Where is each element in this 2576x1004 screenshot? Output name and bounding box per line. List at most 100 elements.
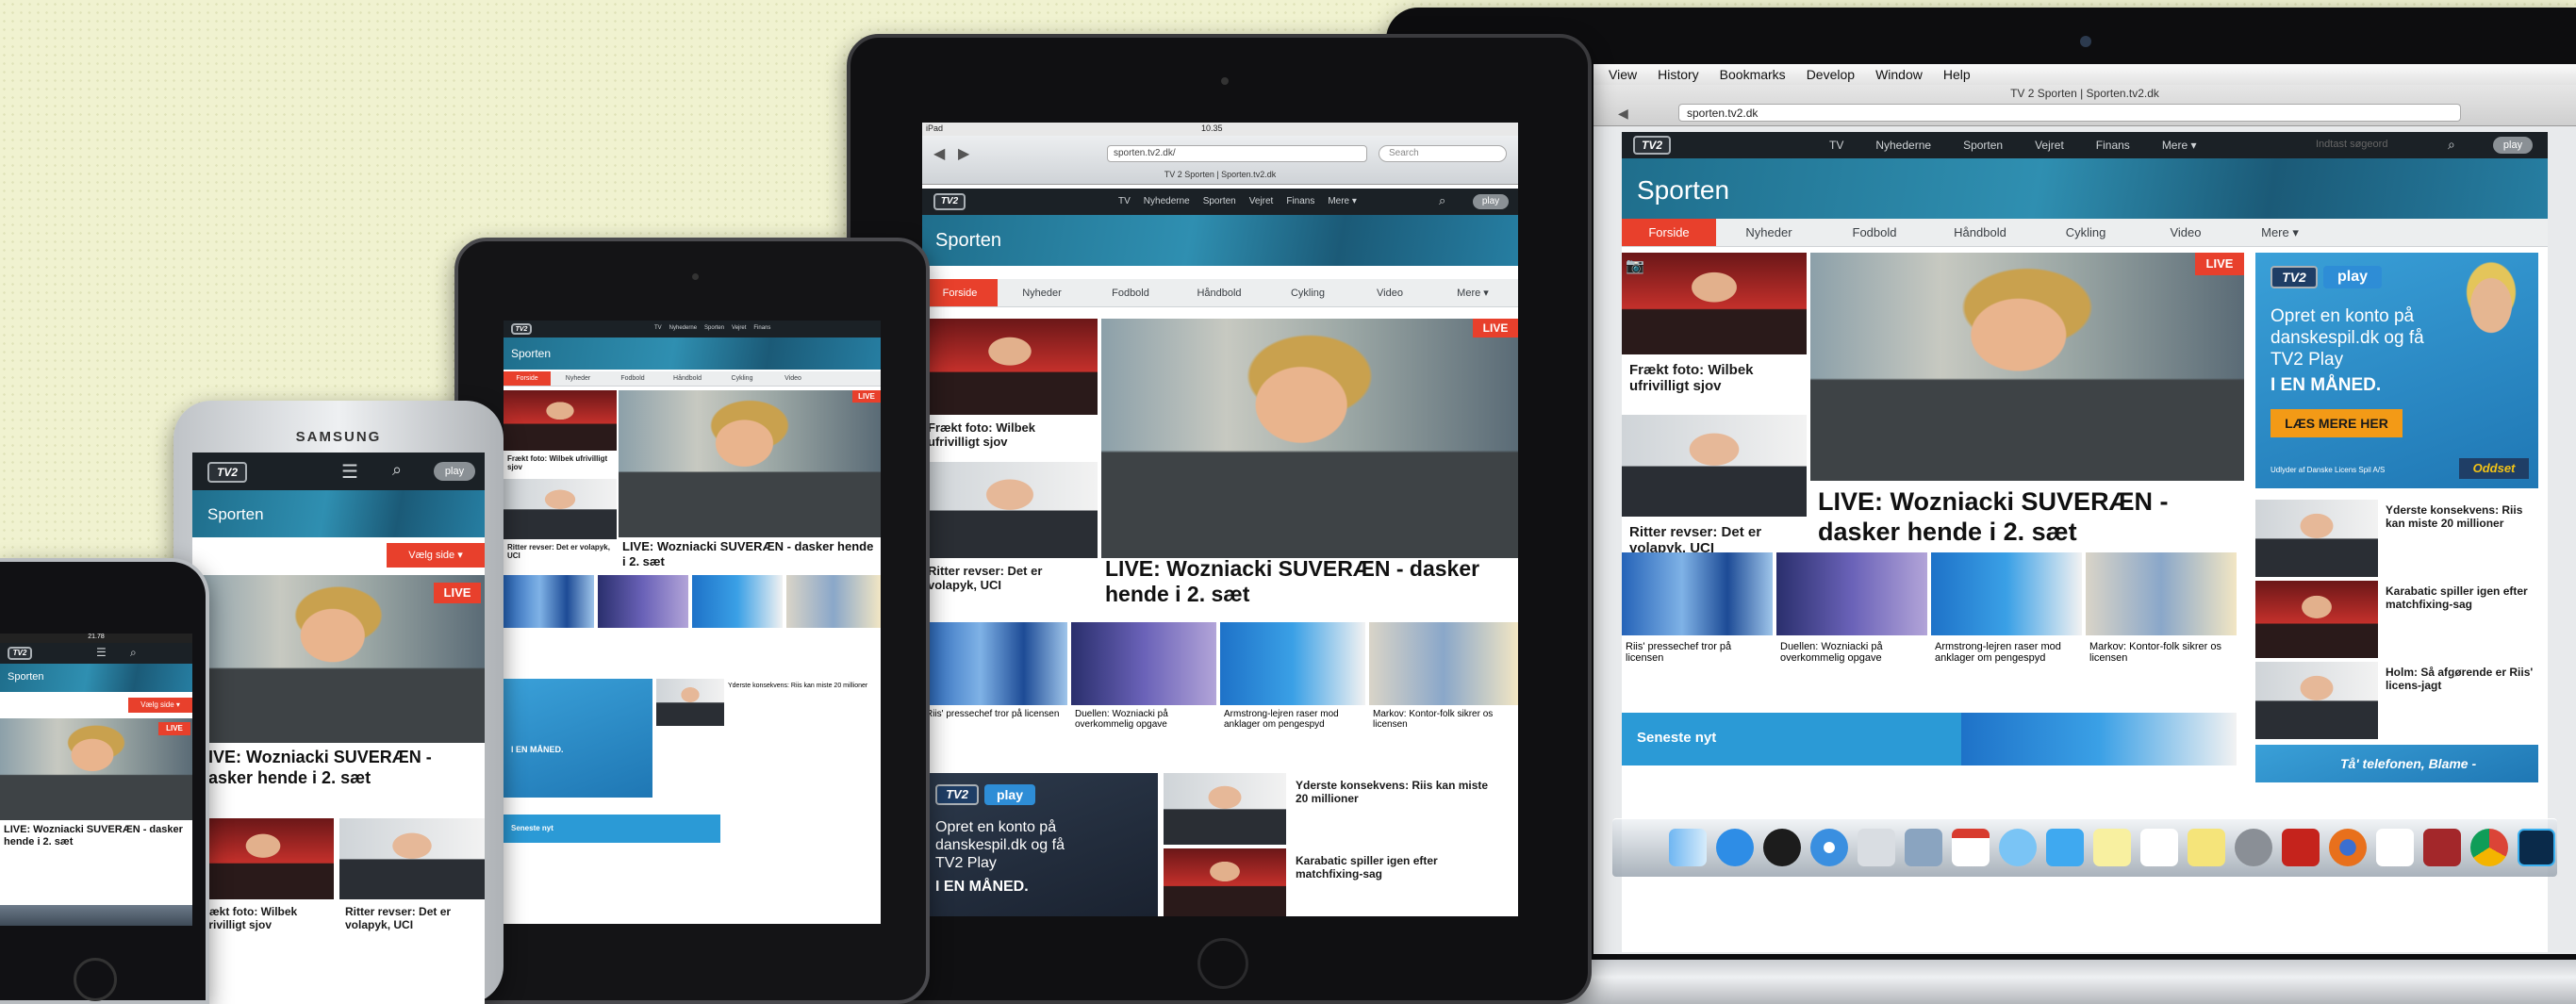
nav-vejret[interactable]: Vejret	[2035, 139, 2064, 152]
list-image[interactable]	[2255, 662, 2378, 739]
tab-forside[interactable]: Forside	[922, 279, 998, 306]
firefox-icon[interactable]	[2329, 829, 2367, 866]
preferences-icon[interactable]	[2235, 829, 2272, 866]
stickies-icon[interactable]	[2188, 829, 2225, 866]
tv2-logo[interactable]: TV2	[1633, 136, 1671, 155]
strip-image[interactable]	[922, 622, 1067, 705]
forward-button[interactable]: ▶	[958, 144, 969, 163]
tab-mere[interactable]: Mere ▾	[2233, 219, 2327, 246]
notes-icon[interactable]	[2093, 829, 2131, 866]
nav-nyhederne[interactable]: Nyhederne	[669, 325, 697, 331]
nav-sporten[interactable]: Sporten	[1203, 196, 1236, 206]
home-button[interactable]	[1197, 938, 1248, 989]
ad-banner[interactable]: TV2 play Opret en konto på danskespil.dk…	[2255, 253, 2538, 488]
nav-finans[interactable]: Finans	[1286, 196, 1314, 206]
tab-haandbold[interactable]: Håndbold	[660, 371, 715, 386]
strip-image[interactable]	[504, 575, 594, 628]
list-image[interactable]	[656, 679, 724, 726]
search-icon[interactable]: ⌕	[392, 460, 402, 480]
ad-banner[interactable]: I EN MÅNED.	[504, 679, 652, 798]
menu-window[interactable]: Window	[1875, 67, 1923, 82]
nav-sporten[interactable]: Sporten	[704, 325, 724, 331]
list-caption[interactable]: Karabatic spiller igen efter matchfixing…	[2386, 584, 2538, 611]
strip-caption[interactable]: Riis' pressechef tror på licensen	[926, 709, 1064, 719]
tab-video[interactable]: Video	[2138, 219, 2233, 246]
list-caption[interactable]: Holm: Så afgørende er Riis' licens-jagt	[2386, 666, 2538, 692]
back-button[interactable]: ◀	[1618, 106, 1628, 122]
tv2-logo[interactable]: TV2	[207, 462, 247, 483]
nav-vejret[interactable]: Vejret	[1249, 196, 1274, 206]
tab-video[interactable]: Video	[1352, 279, 1428, 306]
list-image[interactable]	[1164, 773, 1286, 845]
tab-fodbold[interactable]: Fodbold	[605, 371, 660, 386]
nav-nyhederne[interactable]: Nyhederne	[1875, 139, 1931, 152]
story-image[interactable]	[504, 479, 617, 539]
lead-headline[interactable]: LIVE: Wozniacki SUVERÆN - dasker hende i…	[198, 747, 481, 788]
nav-mere[interactable]: Mere ▾	[2162, 139, 2197, 152]
story-image[interactable]	[192, 818, 334, 899]
strip-image[interactable]	[1776, 552, 1927, 635]
story-image[interactable]	[504, 390, 617, 451]
messages-icon[interactable]	[1999, 829, 2037, 866]
menu-icon[interactable]: ☰	[341, 460, 358, 484]
strip-image[interactable]	[1622, 552, 1773, 635]
nav-finans[interactable]: Finans	[2096, 139, 2130, 152]
menu-bookmarks[interactable]: Bookmarks	[1720, 67, 1786, 82]
tab-forside[interactable]: Forside	[504, 371, 551, 386]
section-select[interactable]: Vælg side ▾	[128, 698, 192, 713]
tab-mere[interactable]: Mere ▾	[1428, 279, 1518, 306]
nav-nyhederne[interactable]: Nyhederne	[1144, 196, 1190, 206]
strip-image[interactable]	[786, 575, 881, 628]
story-caption[interactable]: Frækt foto: Wilbek ufrivilligt sjov	[1629, 362, 1799, 394]
lead-headline[interactable]: LIVE: Wozniacki SUVERÆN - dasker hende i…	[1818, 486, 2242, 547]
address-bar[interactable]: sporten.tv2.dk	[1678, 104, 2461, 122]
strip-image[interactable]	[2086, 552, 2237, 635]
story-caption[interactable]: Ritter revser: Det er volapyk, UCI	[507, 543, 613, 560]
dictionary-icon[interactable]	[2423, 829, 2461, 866]
ad-cta-button[interactable]: LÆS MERE HER	[2271, 409, 2403, 437]
story-image[interactable]	[922, 319, 1098, 415]
search-input[interactable]: Search	[1379, 145, 1507, 162]
spotify-icon[interactable]	[1763, 829, 1801, 866]
photos-icon[interactable]	[1905, 829, 1942, 866]
tab-haandbold[interactable]: Håndbold	[1175, 279, 1263, 306]
list-image[interactable]	[2255, 500, 2378, 577]
lead-image[interactable]	[1810, 253, 2244, 481]
nav-tv[interactable]: TV	[1829, 139, 1843, 152]
tab-nyheder[interactable]: Nyheder	[1716, 219, 1822, 246]
strip-image[interactable]	[1931, 552, 2082, 635]
strip-caption[interactable]: Armstrong-lejren raser mod anklager om p…	[1935, 641, 2076, 664]
nav-vejret[interactable]: Vejret	[732, 325, 746, 331]
story-caption[interactable]: Frækt foto: Wilbek ufrivilligt sjov	[198, 905, 330, 931]
textedit-icon[interactable]	[2376, 829, 2414, 866]
lead-headline[interactable]: LIVE: Wozniacki SUVERÆN - dasker hende i…	[622, 539, 879, 569]
nav-mere[interactable]: Mere ▾	[1328, 196, 1357, 206]
menu-view[interactable]: View	[1609, 67, 1637, 82]
nav-tv[interactable]: TV	[654, 325, 662, 331]
list-caption[interactable]: Yderste konsekvens: Riis kan miste 20 mi…	[1296, 779, 1503, 805]
search-icon[interactable]: ⌕	[2448, 137, 2455, 153]
play-button[interactable]: play	[434, 462, 475, 481]
tv2-logo[interactable]: TV2	[511, 323, 532, 335]
appstore-icon[interactable]	[1716, 829, 1754, 866]
menu-history[interactable]: History	[1658, 67, 1699, 82]
tab-nyheder[interactable]: Nyheder	[998, 279, 1086, 306]
photoshop-icon[interactable]	[2518, 829, 2555, 866]
strip-caption[interactable]: Markov: Kontor-folk sikrer os licensen	[2089, 641, 2231, 664]
play-button[interactable]: play	[1473, 194, 1509, 209]
strip-image[interactable]	[692, 575, 783, 628]
strip-image[interactable]	[1369, 622, 1518, 705]
tab-video[interactable]: Video	[769, 371, 817, 386]
filezilla-icon[interactable]	[2282, 829, 2320, 866]
lead-image[interactable]	[1101, 319, 1518, 558]
latest-image[interactable]	[1961, 713, 2237, 765]
chrome-icon[interactable]	[2470, 829, 2508, 866]
tab-cykling[interactable]: Cykling	[2033, 219, 2138, 246]
strip-image[interactable]	[598, 575, 688, 628]
phone-promo[interactable]: Tå' telefonen, Blame -	[2255, 745, 2538, 782]
list-caption[interactable]: Yderste konsekvens: Riis kan miste 20 mi…	[728, 683, 879, 689]
strip-caption[interactable]: Riis' pressechef tror på licensen	[1626, 641, 1767, 664]
lead-image[interactable]	[619, 390, 881, 537]
story-caption[interactable]: Ritter revser: Det er volapyk, UCI	[928, 564, 1088, 592]
search-icon[interactable]: ⌕	[1439, 193, 1445, 208]
